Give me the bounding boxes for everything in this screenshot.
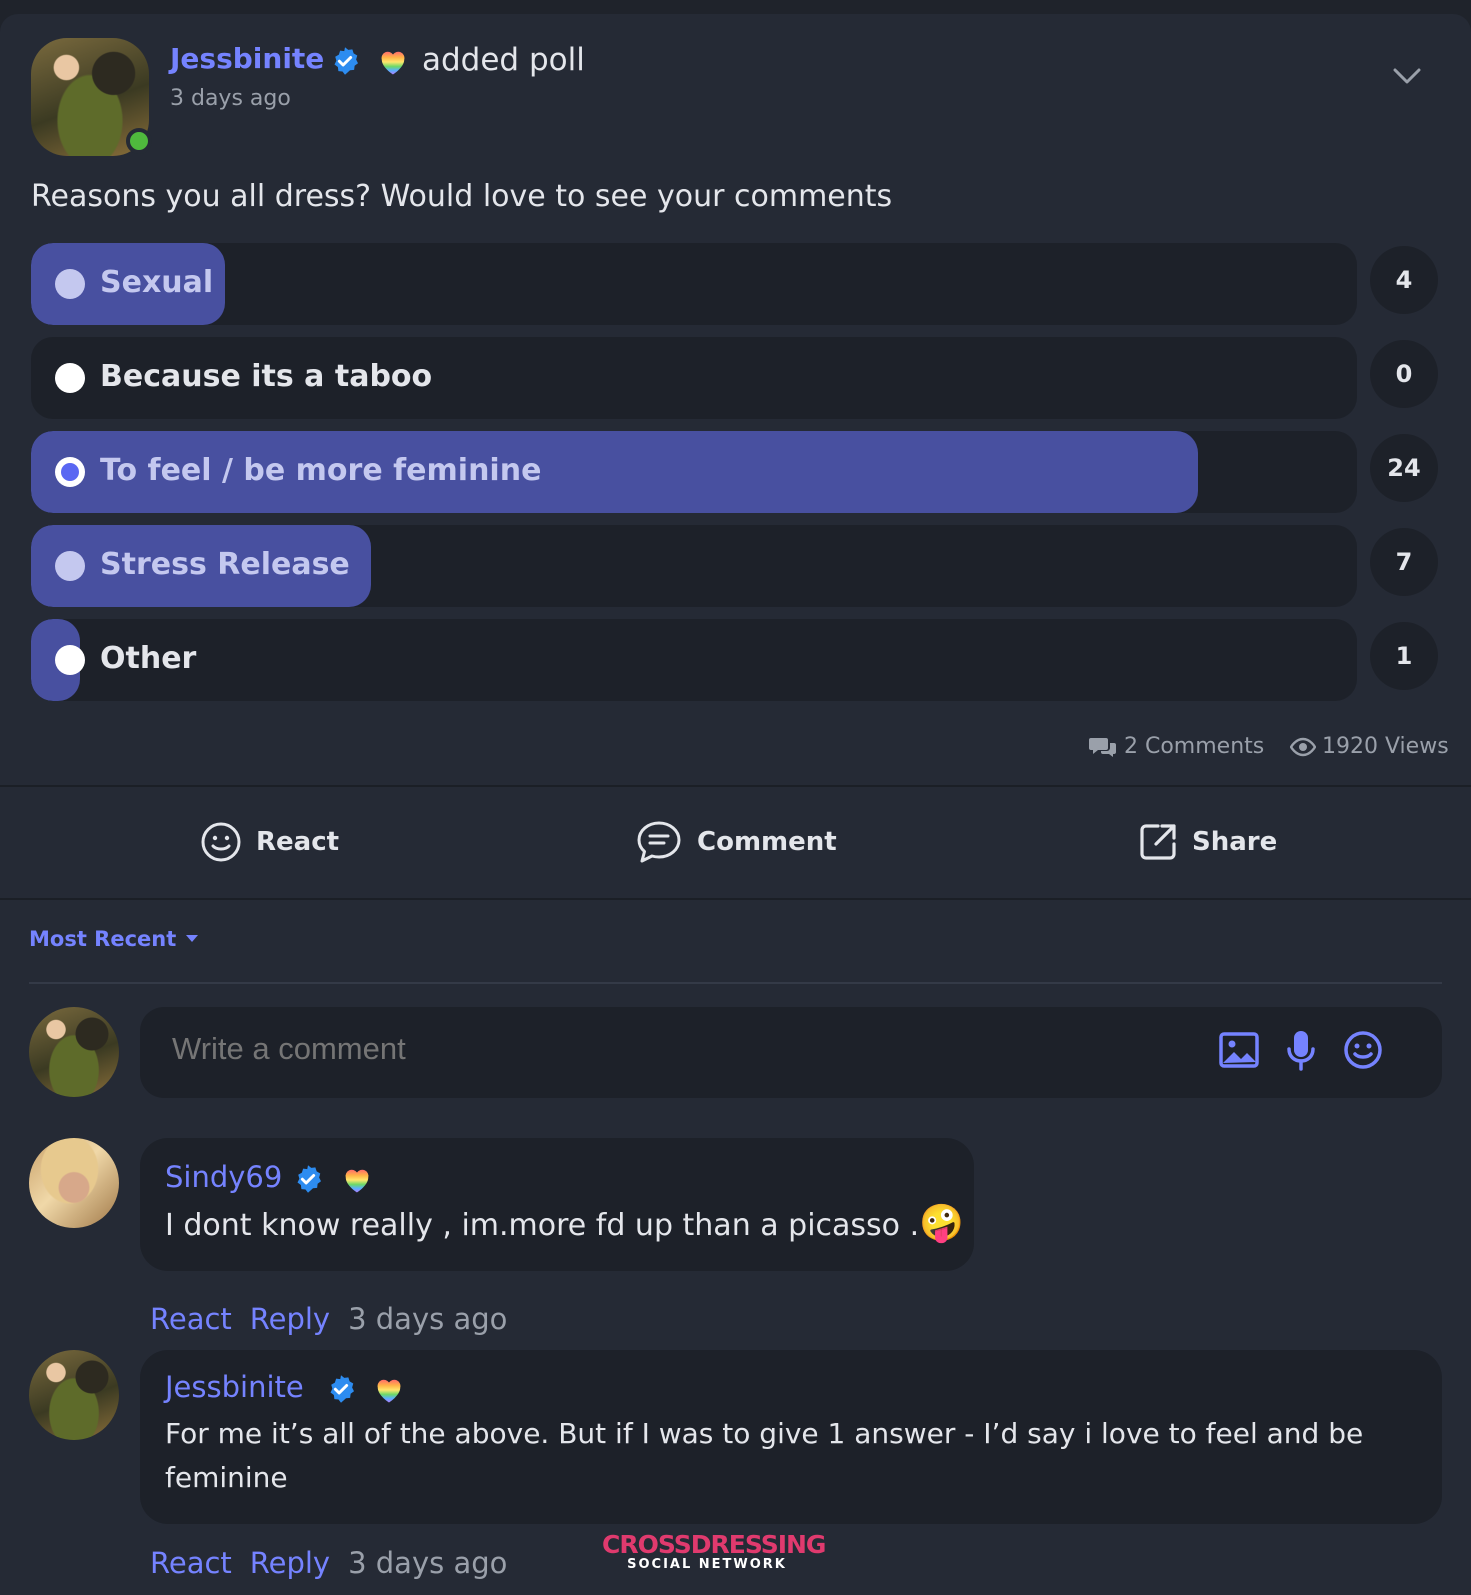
sort-label: Most Recent <box>29 927 177 951</box>
poll-option-label: Stress Release <box>100 547 350 582</box>
comment-composer <box>140 1007 1442 1098</box>
comments-icon <box>1089 737 1116 757</box>
poll-radio-selected[interactable] <box>55 457 85 487</box>
comment-text-line: For me it’s all of the above. But if I w… <box>165 1417 1364 1450</box>
verified-badge-icon <box>297 1165 321 1193</box>
commenter-avatar[interactable] <box>29 1350 119 1440</box>
comments-count[interactable]: 2 Comments <box>1088 734 1264 759</box>
divider <box>0 785 1471 787</box>
poll-vote-count: 0 <box>1370 340 1438 408</box>
divider <box>0 898 1471 900</box>
poll-option-label: Because its a taboo <box>100 359 433 394</box>
views-count-label: 1920 Views <box>1322 734 1449 759</box>
poll-option-label: To feel / be more feminine <box>100 453 542 488</box>
poll-option-label: Sexual <box>100 265 214 300</box>
watermark-subtitle: SOCIAL NETWORK <box>627 1557 787 1572</box>
commenter-avatar[interactable] <box>29 1138 119 1228</box>
rainbow-heart-icon <box>345 1169 369 1193</box>
comment-bubble: Jessbinite For me it’s all of the above.… <box>140 1350 1442 1524</box>
poll-option[interactable]: To feel / be more feminine <box>31 431 1357 513</box>
online-status-dot <box>126 128 152 154</box>
comment-react-link[interactable]: React <box>150 1302 232 1336</box>
poll-radio[interactable] <box>55 645 85 675</box>
caret-down-icon <box>186 935 199 942</box>
comments-count-label: 2 Comments <box>1124 734 1265 759</box>
comment-label: Comment <box>697 827 837 857</box>
share-button[interactable]: Share <box>1138 817 1277 867</box>
rainbow-heart-icon <box>381 51 405 75</box>
poll-vote-count: 24 <box>1370 434 1438 502</box>
comment-bubble: Sindy69 I dont know really , im.more fd … <box>140 1138 974 1271</box>
current-user-avatar[interactable] <box>29 1007 119 1097</box>
poll-option[interactable]: Other <box>31 619 1357 701</box>
comment-reply-link[interactable]: Reply <box>250 1546 330 1580</box>
poll-option-label: Other <box>100 641 197 676</box>
comment-text-body: I dont know really , im.more fd up than … <box>165 1208 920 1243</box>
poll-option[interactable]: Because its a taboo <box>31 337 1357 419</box>
comment-text: For me it’s all of the above. But if I w… <box>165 1412 1425 1500</box>
comment-button[interactable]: Comment <box>635 817 837 867</box>
comment-text: I dont know really , im.more fd up than … <box>165 1202 964 1248</box>
react-button[interactable]: React <box>200 817 339 867</box>
share-label: Share <box>1192 827 1278 857</box>
sort-dropdown[interactable]: Most Recent <box>29 927 199 951</box>
comment-timestamp[interactable]: 3 days ago <box>348 1302 507 1336</box>
commenter-name[interactable]: Jessbinite <box>165 1370 304 1404</box>
poll-vote-count: 4 <box>1370 246 1438 314</box>
poll-question: Reasons you all dress? Would love to see… <box>31 179 893 214</box>
poll-vote-count: 1 <box>1370 622 1438 690</box>
comment-input[interactable] <box>172 1031 1172 1067</box>
chevron-down-icon[interactable] <box>1392 66 1422 86</box>
verified-badge-icon <box>334 47 358 75</box>
poll-option[interactable]: Sexual <box>31 243 1357 325</box>
post-author-name[interactable]: Jessbinite <box>170 42 324 75</box>
poll-vote-count: 7 <box>1370 528 1438 596</box>
post-timestamp[interactable]: 3 days ago <box>170 86 291 111</box>
emoji-icon[interactable] <box>1342 1029 1384 1071</box>
rainbow-heart-icon <box>377 1379 401 1403</box>
post-card: Jessbinite added poll 3 days ago Reasons… <box>0 14 1471 1595</box>
verified-badge-icon <box>330 1375 354 1403</box>
poll-radio[interactable] <box>55 363 85 393</box>
smiley-icon <box>201 822 241 862</box>
eye-icon <box>1290 737 1316 756</box>
comment-meta: React Reply 3 days ago <box>150 1302 507 1336</box>
views-count: 1920 Views <box>1290 734 1449 759</box>
react-label: React <box>256 827 340 857</box>
site-watermark-logo: CROSSDRESSING SOCIAL NETWORK <box>602 1530 826 1580</box>
crazy-face-emoji: 🤪 <box>919 1203 964 1244</box>
post-action-text: added poll <box>422 42 585 78</box>
comment-meta: React Reply 3 days ago <box>150 1546 507 1580</box>
speech-bubble-icon <box>637 821 681 863</box>
comment-react-link[interactable]: React <box>150 1546 232 1580</box>
comment-timestamp[interactable]: 3 days ago <box>348 1546 507 1580</box>
image-upload-icon[interactable] <box>1218 1029 1260 1071</box>
poll-radio[interactable] <box>55 551 85 581</box>
share-icon <box>1140 824 1176 860</box>
watermark-title: CROSSDRESSING <box>602 1530 826 1559</box>
poll-radio[interactable] <box>55 269 85 299</box>
commenter-name[interactable]: Sindy69 <box>165 1160 282 1194</box>
comment-text-line: feminine <box>165 1461 288 1494</box>
divider <box>29 982 1442 984</box>
comment-reply-link[interactable]: Reply <box>250 1302 330 1336</box>
poll-option[interactable]: Stress Release <box>31 525 1357 607</box>
microphone-icon[interactable] <box>1280 1029 1322 1071</box>
